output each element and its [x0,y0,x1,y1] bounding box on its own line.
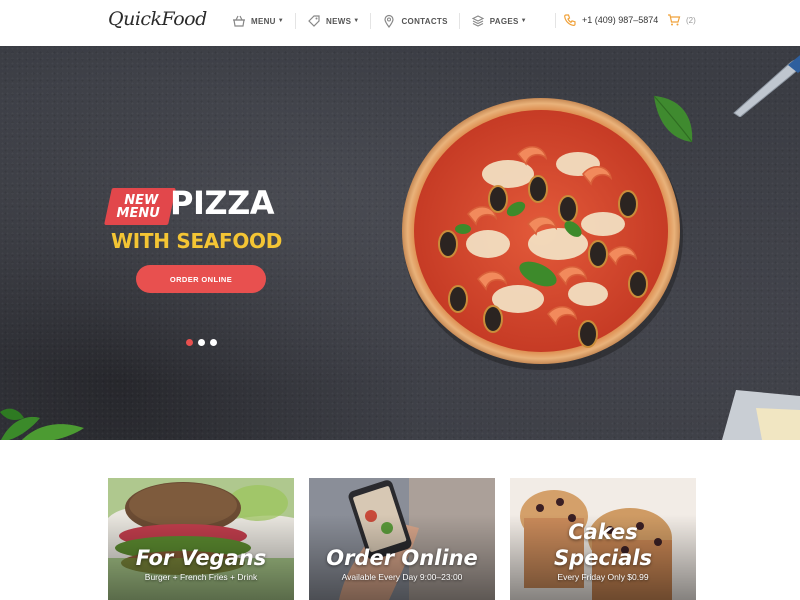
parchment-image [722,390,800,440]
site-header: QuickFood MENU ▼ NEWS ▼ CONTACTS PAGES ▼… [0,0,800,46]
order-online-button[interactable]: ORDER ONLINE [136,265,266,293]
slider-dot-2[interactable] [198,339,205,346]
nav-pages-label: PAGES [489,16,519,26]
card-subtitle: Available Every Day 9:00–23:00 [341,572,463,582]
tag-icon [307,14,321,28]
new-menu-badge: NEW MENU [104,188,176,225]
chevron-down-icon: ▼ [277,18,285,24]
cart-button[interactable]: (2) [667,12,696,28]
cart-count: (2) [686,15,696,25]
cart-icon [667,13,681,27]
herbs-image [0,408,84,440]
nav-menu-label: MENU [251,16,276,26]
slider-dots [186,339,217,346]
divider [555,13,556,28]
card-title-line-1: Cakes [568,520,638,544]
phone-text: +1 (409) 987–5874 [582,15,659,25]
card-subtitle: Every Friday Only $0.99 [557,572,649,582]
card-subtitle: Burger + French Fries + Drink [144,572,258,582]
layers-icon [471,14,485,28]
hero-subtitle: WITH SEAFOOD [111,229,283,253]
promo-card-cakes[interactable]: Cakes Specials Every Friday Only $0.99 [510,478,696,600]
nav-news[interactable]: NEWS ▼ [296,13,372,29]
nav-contacts[interactable]: CONTACTS [371,13,460,29]
logo[interactable]: QuickFood [108,8,207,30]
badge-line-2: MENU [116,205,161,221]
card-title: For Vegans [135,546,267,570]
chevron-down-icon: ▼ [353,18,360,24]
slider-dot-3[interactable] [210,339,217,346]
nav-pages[interactable]: PAGES ▼ [460,13,538,29]
slider-dot-1[interactable] [186,339,193,346]
nav-contacts-label: CONTACTS [401,16,448,26]
phone-number[interactable]: +1 (409) 987–5874 [563,12,658,28]
card-title-line-2: Specials [554,546,652,570]
knife-image [733,55,800,117]
main-nav: MENU ▼ NEWS ▼ CONTACTS PAGES ▼ [232,12,538,30]
promo-card-order-online[interactable]: Order Online Available Every Day 9:00–23… [309,478,495,600]
promo-cards: For Vegans Burger + French Fries + Drink… [108,478,698,600]
promo-card-vegans[interactable]: For Vegans Burger + French Fries + Drink [108,478,294,600]
badge-line-1: NEW [124,192,159,208]
hero-slider: NEW MENU PIZZA WITH SEAFOOD ORDER ONLINE [0,46,800,440]
chevron-down-icon: ▼ [520,18,527,24]
basket-icon [232,14,246,28]
phone-icon [563,13,577,27]
hero-title: PIZZA [170,184,275,222]
map-pin-icon [382,14,396,28]
nav-menu[interactable]: MENU ▼ [232,13,297,29]
card-title: Order Online [326,546,478,570]
nav-news-label: NEWS [326,16,352,26]
seafood-pizza-image [402,98,683,370]
